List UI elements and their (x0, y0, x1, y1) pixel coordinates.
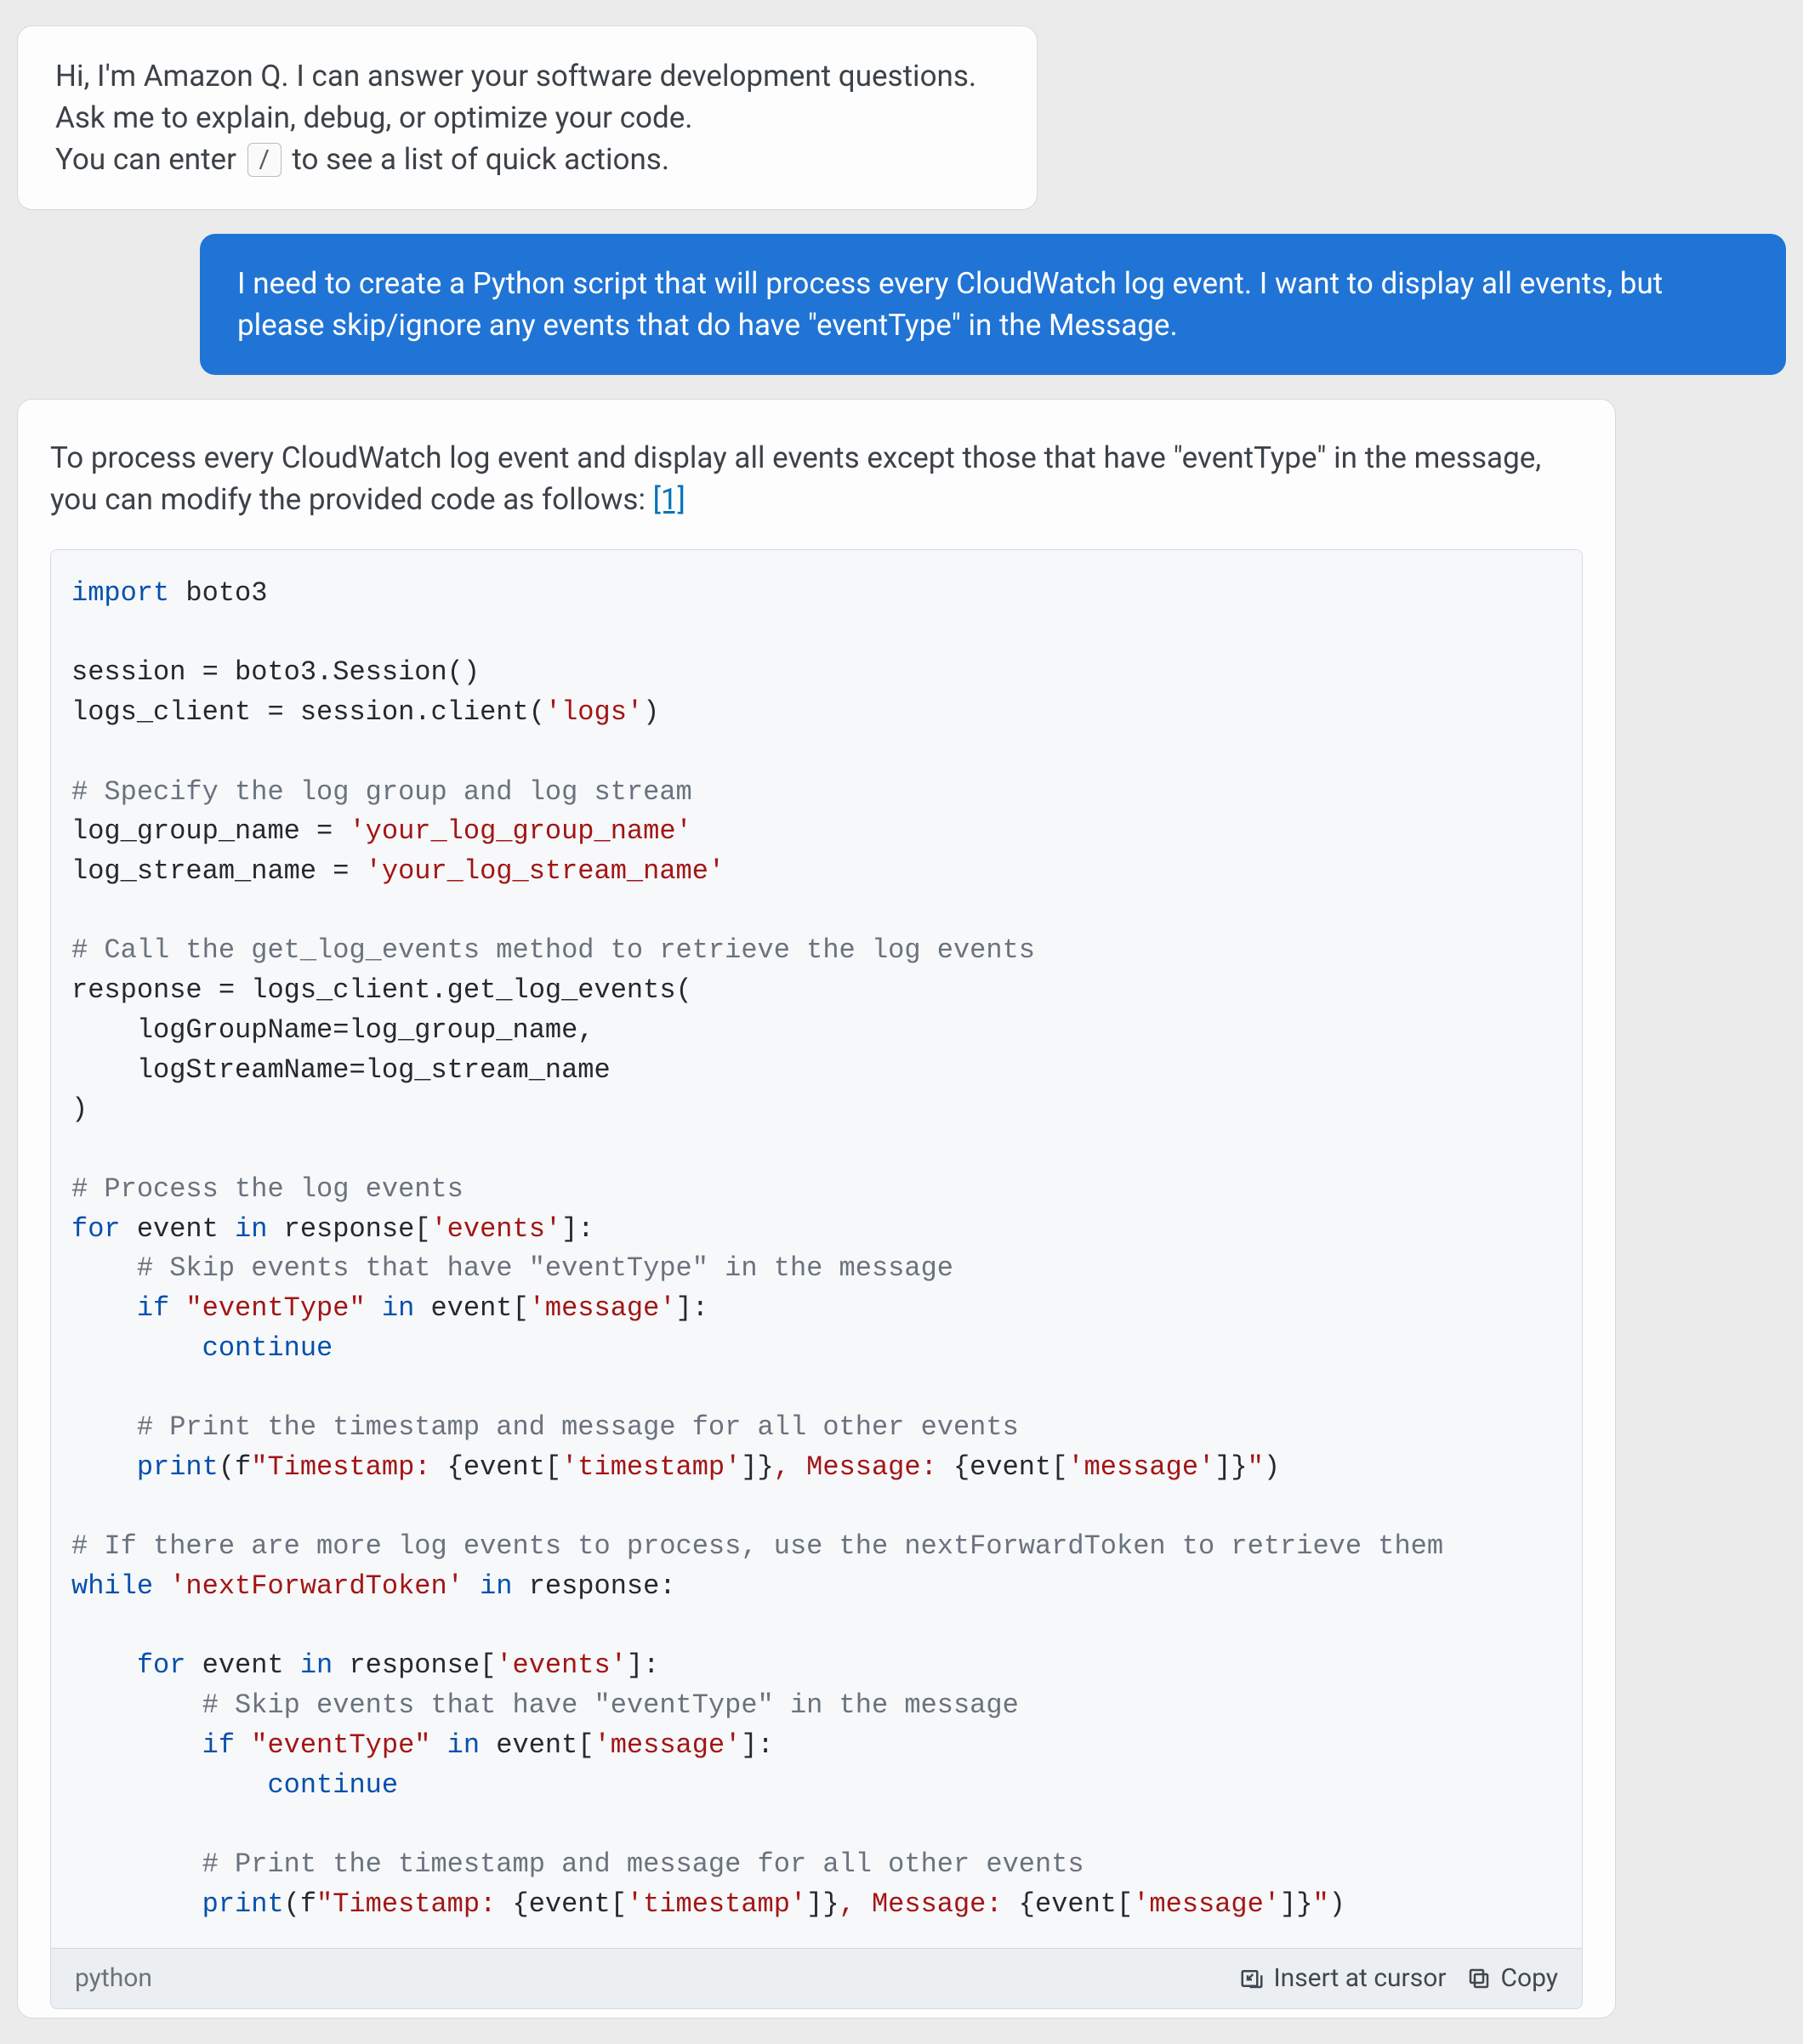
copy-button[interactable]: Copy (1466, 1961, 1558, 1996)
chat-panel: Hi, I'm Amazon Q. I can answer your soft… (17, 26, 1786, 2018)
copy-icon (1466, 1966, 1492, 1991)
code-block[interactable]: import boto3 session = boto3.Session() l… (51, 550, 1582, 1948)
user-message-bubble: I need to create a Python script that wi… (200, 234, 1786, 375)
assistant-intro-bubble: Hi, I'm Amazon Q. I can answer your soft… (17, 26, 1038, 210)
intro-line-3: You can enter / to see a list of quick a… (55, 139, 999, 180)
code-footer: python Insert at cursor Copy (51, 1948, 1582, 2008)
intro-line-2: Ask me to explain, debug, or optimize yo… (55, 97, 999, 139)
insert-icon (1239, 1966, 1265, 1991)
slash-key-kbd: / (247, 143, 282, 177)
user-message-text: I need to create a Python script that wi… (237, 266, 1663, 343)
intro-line-1: Hi, I'm Amazon Q. I can answer your soft… (55, 55, 999, 97)
answer-intro-text: To process every CloudWatch log event an… (50, 437, 1583, 520)
citation-link[interactable]: [1] (653, 482, 685, 517)
insert-at-cursor-button[interactable]: Insert at cursor (1239, 1961, 1446, 1996)
code-block-container: import boto3 session = boto3.Session() l… (50, 549, 1583, 2009)
code-language-label: python (75, 1961, 1219, 1996)
assistant-answer-bubble: To process every CloudWatch log event an… (17, 399, 1616, 2018)
